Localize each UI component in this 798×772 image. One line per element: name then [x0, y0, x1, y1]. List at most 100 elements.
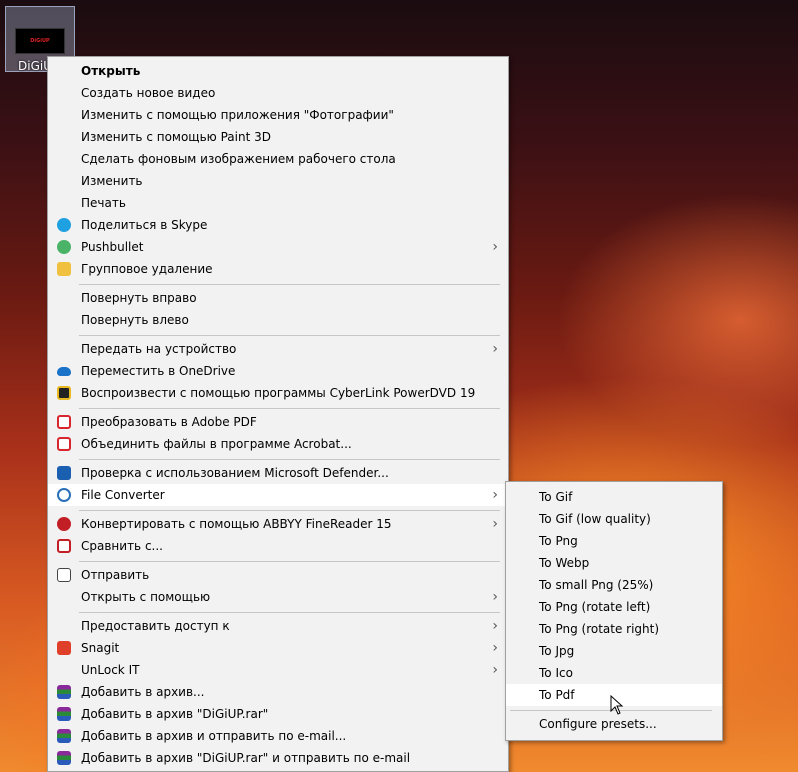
menu-item-archive-named-email[interactable]: Добавить в архив "DiGiUP.rar" и отправит… [48, 747, 508, 769]
menu-separator [79, 284, 500, 285]
file-converter-icon [57, 488, 71, 502]
menu-item-label: Добавить в архив "DiGiUP.rar" и отправит… [81, 751, 411, 765]
menu-item-give-access[interactable]: Предоставить доступ к › [48, 615, 508, 637]
menu-item-cast-device[interactable]: Передать на устройство › [48, 338, 508, 360]
chevron-right-icon: › [492, 239, 498, 255]
submenu-item-to-webp[interactable]: To Webp [506, 552, 722, 574]
snagit-icon [57, 641, 71, 655]
submenu-item-label: To Gif (low quality) [539, 512, 651, 526]
menu-item-label: Объединить файлы в программе Acrobat... [81, 437, 352, 451]
submenu-item-to-gif-low[interactable]: To Gif (low quality) [506, 508, 722, 530]
submenu-item-label: To Png (rotate left) [539, 600, 651, 614]
menu-item-rotate-right[interactable]: Повернуть вправо [48, 287, 508, 309]
submenu-item-to-png-rotate-left[interactable]: To Png (rotate left) [506, 596, 722, 618]
menu-item-label: Создать новое видео [81, 86, 216, 100]
menu-item-group-delete[interactable]: Групповое удаление [48, 258, 508, 280]
winrar-icon [57, 707, 71, 721]
pushbullet-icon [57, 240, 71, 254]
adobe-pdf-icon [57, 415, 71, 429]
onedrive-icon [57, 367, 71, 376]
menu-item-label: Добавить в архив... [81, 685, 205, 699]
menu-item-label: Открыть с помощью [81, 590, 211, 604]
winrar-icon [57, 729, 71, 743]
menu-item-label: Повернуть вправо [81, 291, 197, 305]
chevron-right-icon: › [492, 640, 498, 656]
menu-item-label: Отправить [81, 568, 150, 582]
menu-separator [79, 459, 500, 460]
menu-item-edit[interactable]: Изменить [48, 170, 508, 192]
menu-item-label: Групповое удаление [81, 262, 213, 276]
mouse-cursor-icon [610, 695, 624, 715]
menu-item-label: Сделать фоновым изображением рабочего ст… [81, 152, 396, 166]
winrar-icon [57, 685, 71, 699]
menu-item-unlock-it[interactable]: UnLock IT › [48, 659, 508, 681]
menu-item-archive-email[interactable]: Добавить в архив и отправить по e-mail..… [48, 725, 508, 747]
menu-item-edit-photos[interactable]: Изменить с помощью приложения "Фотографи… [48, 104, 508, 126]
menu-item-add-archive-named[interactable]: Добавить в архив "DiGiUP.rar" [48, 703, 508, 725]
chevron-right-icon: › [492, 487, 498, 503]
menu-item-create-video[interactable]: Создать новое видео [48, 82, 508, 104]
menu-item-label: Переместить в OneDrive [81, 364, 236, 378]
submenu-item-label: To Webp [539, 556, 590, 570]
submenu-item-to-png[interactable]: To Png [506, 530, 722, 552]
submenu-item-configure-presets[interactable]: Configure presets... [506, 713, 722, 735]
menu-item-edit-paint3d[interactable]: Изменить с помощью Paint 3D [48, 126, 508, 148]
chevron-right-icon: › [492, 341, 498, 357]
menu-item-set-wallpaper[interactable]: Сделать фоновым изображением рабочего ст… [48, 148, 508, 170]
defender-icon [57, 466, 71, 480]
menu-item-acrobat-combine[interactable]: Объединить файлы в программе Acrobat... [48, 433, 508, 455]
menu-item-label: Конвертировать с помощью ABBYY FineReade… [81, 517, 392, 531]
menu-item-label: Предоставить доступ к [81, 619, 230, 633]
menu-item-label: Добавить в архив и отправить по e-mail..… [81, 729, 347, 743]
submenu-item-label: To Jpg [539, 644, 575, 658]
winrar-icon [57, 751, 71, 765]
menu-item-label: UnLock IT [81, 663, 140, 677]
powerdvd-icon [57, 386, 71, 400]
menu-item-label: Преобразовать в Adobe PDF [81, 415, 257, 429]
submenu-item-label: To small Png (25%) [539, 578, 654, 592]
menu-item-print[interactable]: Печать [48, 192, 508, 214]
menu-item-adobe-pdf[interactable]: Преобразовать в Adobe PDF [48, 411, 508, 433]
menu-separator [79, 612, 500, 613]
submenu-item-to-small-png[interactable]: To small Png (25%) [506, 574, 722, 596]
menu-item-compare[interactable]: Сравнить с... [48, 535, 508, 557]
menu-item-label: Воспроизвести с помощью программы CyberL… [81, 386, 476, 400]
menu-item-skype[interactable]: Поделиться в Skype [48, 214, 508, 236]
menu-item-send[interactable]: Отправить [48, 564, 508, 586]
menu-item-label: Snagit [81, 641, 120, 655]
menu-item-defender[interactable]: Проверка с использованием Microsoft Defe… [48, 462, 508, 484]
acrobat-combine-icon [57, 437, 71, 451]
menu-item-open[interactable]: Открыть [48, 60, 508, 82]
submenu-item-label: To Ico [539, 666, 573, 680]
submenu-item-to-jpg[interactable]: To Jpg [506, 640, 722, 662]
menu-item-snagit[interactable]: Snagit › [48, 637, 508, 659]
menu-item-pushbullet[interactable]: Pushbullet › [48, 236, 508, 258]
chevron-right-icon: › [492, 516, 498, 532]
abbyy-icon [57, 517, 71, 531]
submenu-item-to-ico[interactable]: To Ico [506, 662, 722, 684]
menu-item-rotate-left[interactable]: Повернуть влево [48, 309, 508, 331]
menu-item-onedrive[interactable]: Переместить в OneDrive [48, 360, 508, 382]
menu-separator [79, 335, 500, 336]
menu-item-file-converter[interactable]: File Converter › [48, 484, 508, 506]
share-icon [57, 568, 71, 582]
menu-item-powerdvd[interactable]: Воспроизвести с помощью программы CyberL… [48, 382, 508, 404]
menu-item-label: Добавить в архив "DiGiUP.rar" [81, 707, 269, 721]
menu-item-label: Передать на устройство [81, 342, 237, 356]
menu-item-abbyy[interactable]: Конвертировать с помощью ABBYY FineReade… [48, 513, 508, 535]
context-menu: Открыть Создать новое видео Изменить с п… [47, 56, 509, 772]
submenu-item-to-png-rotate-right[interactable]: To Png (rotate right) [506, 618, 722, 640]
submenu-item-to-gif[interactable]: To Gif [506, 486, 722, 508]
menu-item-label: Изменить [81, 174, 143, 188]
menu-item-label: File Converter [81, 488, 165, 502]
skype-icon [57, 218, 71, 232]
menu-separator [79, 510, 500, 511]
menu-item-open-with[interactable]: Открыть с помощью › [48, 586, 508, 608]
menu-separator [79, 408, 500, 409]
menu-item-label: Изменить с помощью приложения "Фотографи… [81, 108, 394, 122]
chevron-right-icon: › [492, 662, 498, 678]
menu-item-label: Открыть [81, 64, 141, 78]
submenu-item-label: To Gif [539, 490, 573, 504]
chevron-right-icon: › [492, 618, 498, 634]
menu-item-add-archive[interactable]: Добавить в архив... [48, 681, 508, 703]
